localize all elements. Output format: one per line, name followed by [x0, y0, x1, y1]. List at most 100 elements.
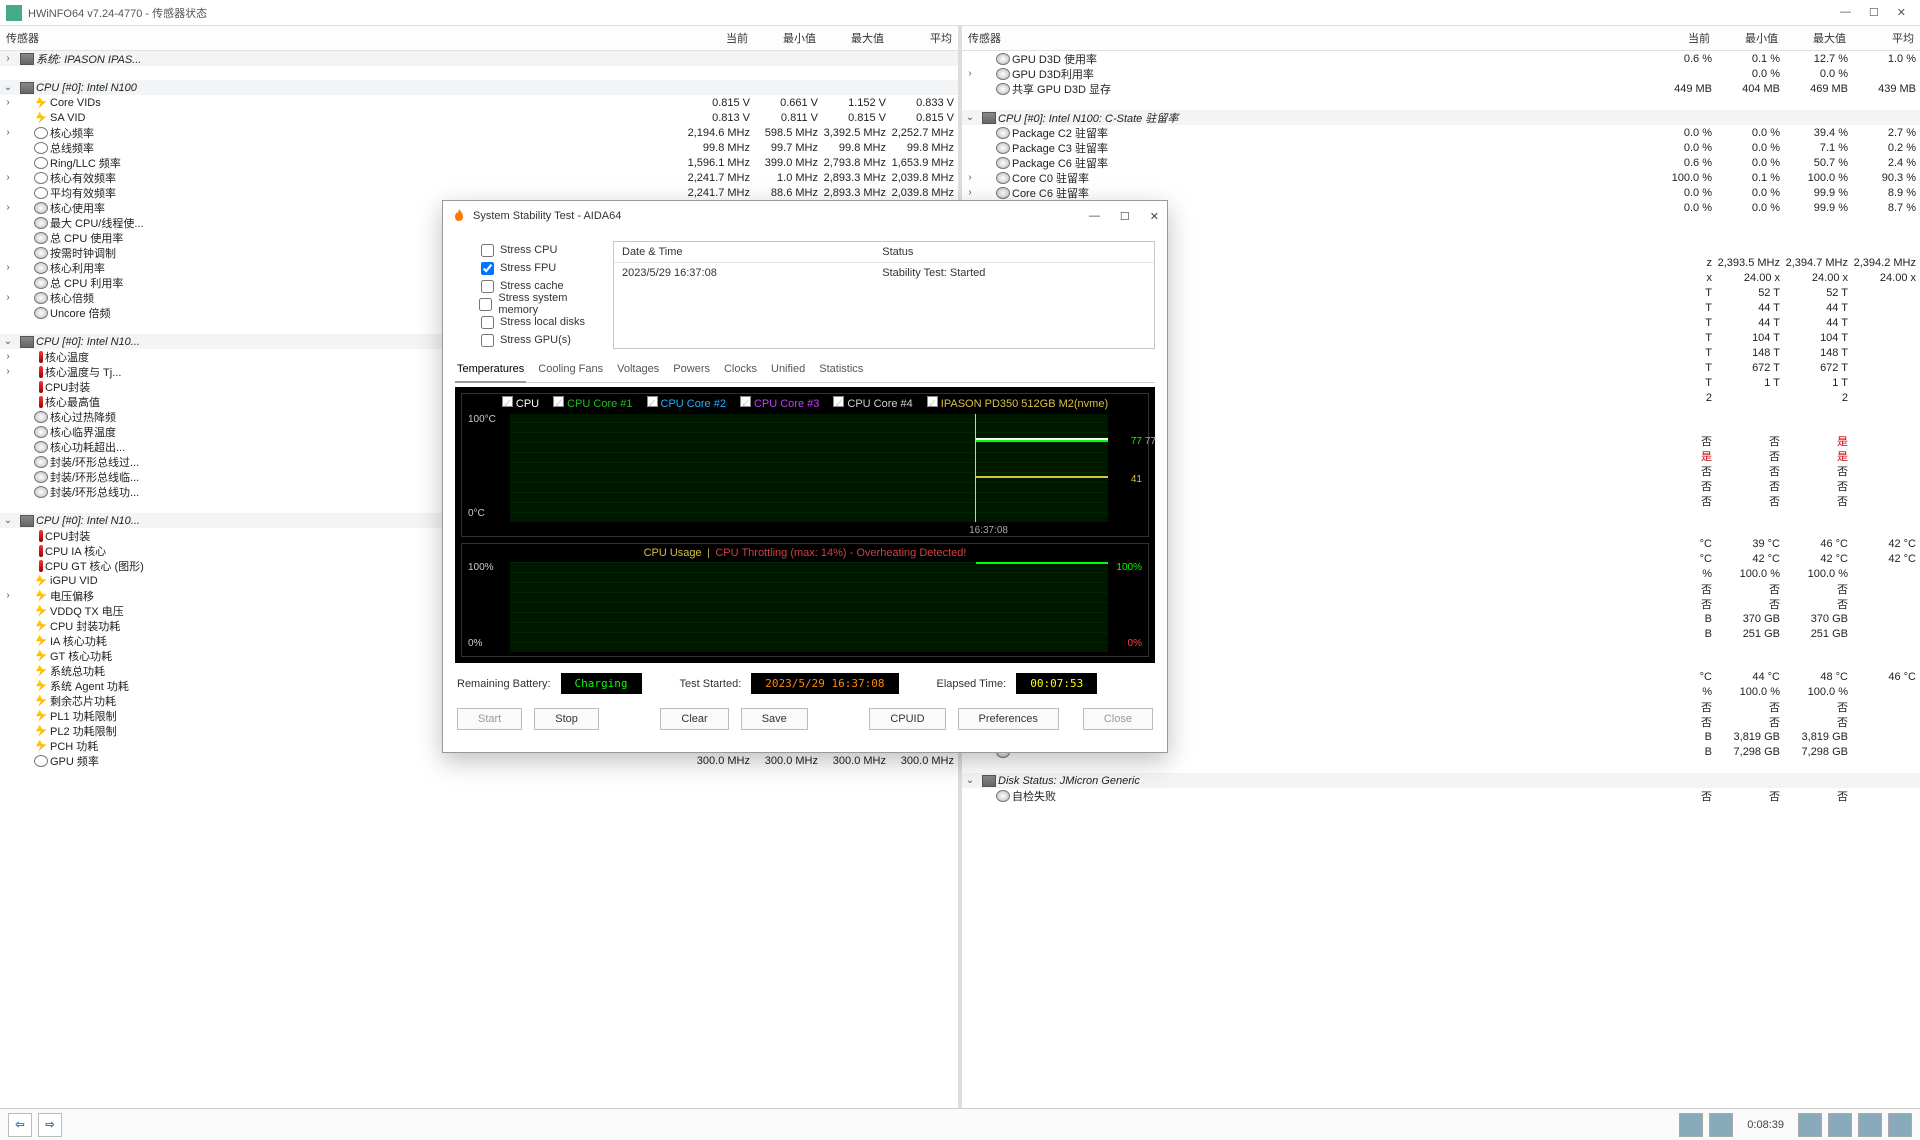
sensor-row[interactable]: Package C3 驻留率0.0 %0.0 %7.1 %0.2 %	[962, 140, 1920, 155]
col-min[interactable]: 最小值	[754, 26, 822, 50]
col-current[interactable]: 当前	[1648, 26, 1716, 50]
gauge-icon	[34, 217, 48, 229]
tab-cooling-fans[interactable]: Cooling Fans	[536, 359, 605, 382]
tab-voltages[interactable]: Voltages	[615, 359, 661, 382]
stress-checkbox[interactable]	[479, 298, 492, 311]
sensor-row[interactable]: ›Core VIDs0.815 V0.661 V1.152 V0.833 V	[0, 95, 958, 110]
stress-checkbox[interactable]	[481, 280, 494, 293]
temp-legend: ✓CPU ✓CPU Core #1 ✓CPU Core #2 ✓CPU Core #3…	[462, 394, 1148, 412]
aida-min-icon[interactable]: —	[1089, 210, 1100, 223]
sensor-row[interactable]: 总线频率99.8 MHz99.7 MHz99.8 MHz99.8 MHz	[0, 140, 958, 155]
legend-item[interactable]: ✓CPU	[502, 396, 539, 410]
stress-option[interactable]: Stress GPU(s)	[455, 331, 601, 349]
sensor-row[interactable]: Package C2 驻留率0.0 %0.0 %39.4 %2.7 %	[962, 125, 1920, 140]
tab-unified[interactable]: Unified	[769, 359, 807, 382]
tray-icon[interactable]	[1888, 1113, 1912, 1137]
sensor-row[interactable]: Ring/LLC 频率1,596.1 MHz399.0 MHz2,793.8 M…	[0, 155, 958, 170]
sensor-row[interactable]: 自检失败否否否	[962, 788, 1920, 803]
chart-area: ✓CPU ✓CPU Core #1 ✓CPU Core #2 ✓CPU Core #3…	[455, 387, 1155, 663]
gauge-icon	[34, 471, 48, 483]
legend-item[interactable]: ✓CPU Core #3	[740, 396, 819, 410]
col-sensor[interactable]: 传感器	[0, 26, 686, 50]
bolt-icon	[34, 725, 48, 737]
col-avg[interactable]: 平均	[1852, 26, 1920, 50]
tray-icon[interactable]	[1679, 1113, 1703, 1137]
sensor-row[interactable]: 平均有效频率2,241.7 MHz88.6 MHz2,893.3 MHz2,03…	[0, 185, 958, 200]
stress-option[interactable]: Stress FPU	[455, 259, 601, 277]
stress-checkbox[interactable]	[481, 316, 494, 329]
stress-checkbox[interactable]	[481, 334, 494, 347]
sensor-group[interactable]: ⌄Disk Status: JMicron Generic	[962, 773, 1920, 788]
clear-button[interactable]: Clear	[660, 708, 728, 730]
prefs-button[interactable]: Preferences	[958, 708, 1059, 730]
sensor-row[interactable]: GPU 频率300.0 MHz300.0 MHz300.0 MHz300.0 M…	[0, 753, 958, 768]
cpuid-button[interactable]: CPUID	[869, 708, 945, 730]
gauge-icon	[34, 277, 48, 289]
sensor-row[interactable]: Package C6 驻留率0.6 %0.0 %50.7 %2.4 %	[962, 155, 1920, 170]
tab-powers[interactable]: Powers	[671, 359, 712, 382]
maximize-icon[interactable]: ☐	[1869, 6, 1879, 19]
bolt-icon	[34, 590, 48, 602]
aida-titlebar[interactable]: System Stability Test - AIDA64 — ☐ ✕	[443, 201, 1167, 231]
aida-max-icon[interactable]: ☐	[1120, 210, 1130, 223]
aida-title: System Stability Test - AIDA64	[473, 210, 1089, 222]
col-max[interactable]: 最大值	[822, 26, 890, 50]
tab-temperatures[interactable]: Temperatures	[455, 359, 526, 383]
save-button[interactable]: Save	[741, 708, 808, 730]
yr-77: 77	[1131, 436, 1142, 447]
therm-icon	[39, 545, 43, 557]
sensor-row[interactable]: ›核心频率2,194.6 MHz598.5 MHz3,392.5 MHz2,25…	[0, 125, 958, 140]
stress-checkbox[interactable]	[481, 262, 494, 275]
close-button[interactable]: Close	[1083, 708, 1153, 730]
elapsed-label: Elapsed Time:	[937, 678, 1007, 690]
tray-icon[interactable]	[1828, 1113, 1852, 1137]
stress-option[interactable]: Stress local disks	[455, 313, 601, 331]
legend-item[interactable]: ✓CPU Core #2	[647, 396, 726, 410]
stress-option[interactable]: Stress CPU	[455, 241, 601, 259]
nav-fwd-button[interactable]: ⇨	[38, 1113, 62, 1137]
col-current[interactable]: 当前	[686, 26, 754, 50]
col-max[interactable]: 最大值	[1784, 26, 1852, 50]
sensor-row[interactable]: ›Core C0 驻留率100.0 %0.1 %100.0 %90.3 %	[962, 170, 1920, 185]
clock-icon	[34, 187, 48, 199]
sensor-row[interactable]: 共享 GPU D3D 显存449 MB404 MB469 MB439 MB	[962, 81, 1920, 96]
yr-77b: 77	[1145, 436, 1156, 447]
elapsed-value: 00:07:53	[1016, 673, 1097, 694]
yr-41: 41	[1131, 474, 1142, 485]
sensor-group[interactable]: ⌄CPU [#0]: Intel N100: C-State 驻留率	[962, 110, 1920, 125]
tab-clocks[interactable]: Clocks	[722, 359, 759, 382]
sensor-group[interactable]: ›系统: IPASON IPAS...	[0, 51, 958, 66]
sensor-row[interactable]: GPU D3D 使用率0.6 %0.1 %12.7 %1.0 %	[962, 51, 1920, 66]
therm-icon	[39, 530, 43, 542]
tray-icon[interactable]	[1709, 1113, 1733, 1137]
sensor-row[interactable]: ›核心有效频率2,241.7 MHz1.0 MHz2,893.3 MHz2,03…	[0, 170, 958, 185]
legend-item[interactable]: ✓CPU Core #4	[833, 396, 912, 410]
battery-value: Charging	[561, 673, 642, 694]
gauge-icon	[996, 172, 1010, 184]
start-button[interactable]: Start	[457, 708, 522, 730]
therm-icon	[39, 560, 43, 572]
stress-checkbox[interactable]	[481, 244, 494, 257]
close-icon[interactable]: ✕	[1897, 6, 1906, 19]
tray-icon[interactable]	[1798, 1113, 1822, 1137]
aida-close-icon[interactable]: ✕	[1150, 210, 1159, 223]
sensor-group[interactable]: ⌄CPU [#0]: Intel N100	[0, 80, 958, 95]
legend-item[interactable]: ✓IPASON PD350 512GB M2(nvme)	[927, 396, 1108, 410]
sensor-row[interactable]: SA VID0.813 V0.811 V0.815 V0.815 V	[0, 110, 958, 125]
tray-icon[interactable]	[1858, 1113, 1882, 1137]
tab-statistics[interactable]: Statistics	[817, 359, 865, 382]
stop-button[interactable]: Stop	[534, 708, 599, 730]
sensor-row[interactable]: ›GPU D3D利用率0.0 %0.0 %	[962, 66, 1920, 81]
sensor-row[interactable]: ›Core C6 驻留率0.0 %0.0 %99.9 %8.9 %	[962, 185, 1920, 200]
stress-option[interactable]: Stress system memory	[455, 295, 601, 313]
nav-back-button[interactable]: ⇦	[8, 1113, 32, 1137]
ylabel-top: 100°C	[468, 414, 496, 425]
col-min[interactable]: 最小值	[1716, 26, 1784, 50]
minimize-icon[interactable]: —	[1840, 6, 1851, 19]
col-sensor[interactable]: 传感器	[962, 26, 1648, 50]
bolt-icon	[34, 575, 48, 587]
col-avg[interactable]: 平均	[890, 26, 958, 50]
val-datetime: 2023/5/29 16:37:08	[614, 263, 874, 284]
right-header: 传感器 当前 最小值 最大值 平均	[962, 26, 1920, 51]
legend-item[interactable]: ✓CPU Core #1	[553, 396, 632, 410]
